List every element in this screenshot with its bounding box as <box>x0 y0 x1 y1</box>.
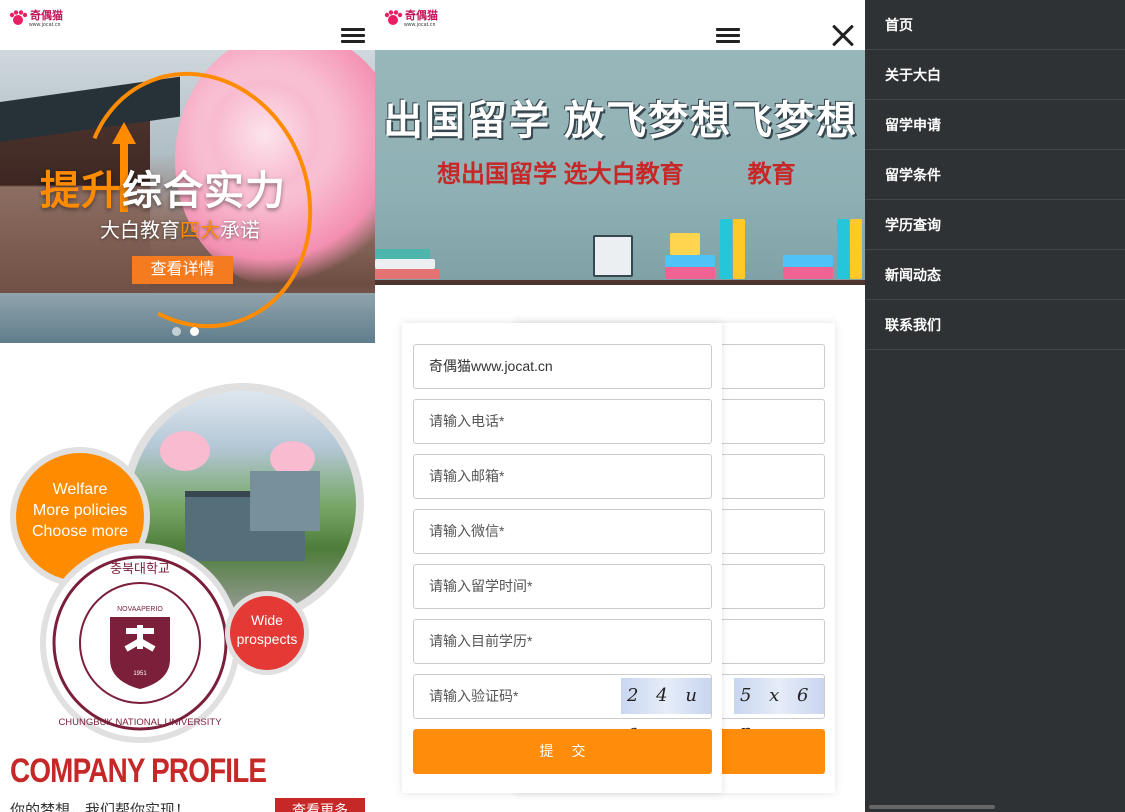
carousel-dot-2[interactable] <box>190 327 199 336</box>
logo-paw-icon <box>384 10 402 25</box>
welfare-line-3: Choose more <box>31 523 129 540</box>
captcha-field[interactable]: 请输入验证码* 2 4 u a <box>413 674 712 742</box>
home-header: 奇偶猫 www.jocat.cn <box>0 0 375 50</box>
wechat-field[interactable]: 请输入微信* <box>413 509 712 554</box>
seal-korean-text: 충북대학교 <box>110 562 170 577</box>
logo-url: www.jocat.cn <box>404 22 436 28</box>
banner-subline: 想出国留学 选大白教育 教育 <box>437 154 796 189</box>
submit-button[interactable]: 提交 <box>413 729 712 774</box>
wide-line-2: prospects <box>236 631 298 647</box>
university-seal-icon: NOVAAPERIO 1951 충북대학교 CHUNGBUK NATIONAL … <box>52 555 228 731</box>
nav-item-about[interactable]: 关于大白 <box>865 50 1125 100</box>
phone-field[interactable]: 请输入电话* <box>413 399 712 444</box>
carousel-dot-1[interactable] <box>172 327 181 336</box>
seal-top-text: NOVAAPERIO <box>117 606 163 613</box>
hero-subtitle-highlight: 四大 <box>180 220 220 242</box>
ghost-captcha-image: 5 x 6 p <box>734 678 824 742</box>
site-logo-2[interactable]: 奇偶猫 www.jocat.cn <box>384 7 446 33</box>
hero-title-main: 综合实力 <box>122 169 286 213</box>
nav-drawer: 首页 关于大白 留学申请 留学条件 学历查询 新闻动态 联系我们 <box>865 0 1125 812</box>
email-field[interactable]: 请输入邮箱* <box>413 454 712 499</box>
hero-details-button[interactable]: 查看详情 <box>132 256 233 284</box>
company-profile-title: COMPANY PROFILE <box>10 752 267 790</box>
university-logo-circle: NOVAAPERIO 1951 충북대학교 CHUNGBUK NATIONAL … <box>40 543 240 743</box>
hero-subtitle-prefix: 大白教育 <box>100 220 180 242</box>
hero-title: 提升综合实力 <box>40 158 286 216</box>
menu-icon[interactable] <box>341 28 365 44</box>
captcha-image[interactable]: 2 4 u a <box>621 678 711 742</box>
app-root: 奇偶猫 www.jocat.cn 提升综合实力 大白教育四大承诺 查看详情 We… <box>0 0 1125 812</box>
tree-shape <box>160 431 210 471</box>
hero-title-highlight: 提升 <box>40 169 122 213</box>
name-field[interactable]: 奇偶猫www.jocat.cn <box>413 344 712 389</box>
nav-item-news[interactable]: 新闻动态 <box>865 250 1125 300</box>
seal-ring-text: CHUNGBUK NATIONAL UNIVERSITY <box>58 717 222 728</box>
site-logo[interactable]: 奇偶猫 www.jocat.cn <box>9 7 71 33</box>
banner-headline: 出国留学 放飞梦想飞梦想 <box>383 99 859 143</box>
captcha-placeholder: 请输入验证码* <box>429 688 519 704</box>
view-more-button[interactable]: 查看更多 <box>275 798 365 812</box>
logo-text: 奇偶猫 <box>405 10 438 22</box>
banner-subline-ghost: 教育 <box>747 161 796 188</box>
nav-item-apply[interactable]: 留学申请 <box>865 100 1125 150</box>
campus-building-2 <box>250 471 320 531</box>
form-header: 奇偶猫 www.jocat.cn <box>375 0 865 50</box>
hero-subtitle: 大白教育四大承诺 <box>100 214 260 243</box>
company-profile-desc: 你的梦想，我们帮你实现！ <box>10 802 191 812</box>
nav-item-home[interactable]: 首页 <box>865 0 1125 50</box>
menu-icon[interactable] <box>716 28 740 44</box>
logo-url: www.jocat.cn <box>29 22 61 28</box>
nav-item-contact[interactable]: 联系我们 <box>865 300 1125 350</box>
hero-banner[interactable]: 提升综合实力 大白教育四大承诺 查看详情 <box>0 50 375 343</box>
carousel-dots <box>172 327 202 337</box>
logo-paw-icon <box>9 10 27 25</box>
drawer-scrollbar[interactable] <box>869 805 995 809</box>
welfare-line-2: More policies <box>32 502 128 519</box>
home-page: 奇偶猫 www.jocat.cn 提升综合实力 大白教育四大承诺 查看详情 We… <box>0 0 375 812</box>
logo-text: 奇偶猫 <box>30 10 63 22</box>
nav-item-conditions[interactable]: 留学条件 <box>865 150 1125 200</box>
form-page: 奇偶猫 www.jocat.cn 出国留学 放飞梦想飞梦想 想出国留学 选大白教… <box>375 0 865 812</box>
wide-line-1: Wide <box>251 612 283 628</box>
nav-item-degree-query[interactable]: 学历查询 <box>865 200 1125 250</box>
inquiry-form: 奇偶猫www.jocat.cn 请输入电话* 请输入邮箱* 请输入微信* 请输入… <box>402 323 722 793</box>
feature-circles: Welfare More policies Choose more NOVAAP… <box>0 343 375 743</box>
banner-books-illustration <box>375 219 865 279</box>
banner-subline-main: 想出国留学 选大白教育 <box>437 161 684 188</box>
wide-prospects-circle: Wide prospects <box>225 591 309 675</box>
seal-year: 1951 <box>133 671 147 677</box>
hero-subtitle-suffix: 承诺 <box>220 220 260 242</box>
close-icon[interactable] <box>831 24 855 48</box>
study-time-field[interactable]: 请输入留学时间* <box>413 564 712 609</box>
welfare-line-1: Welfare <box>52 481 108 498</box>
education-field[interactable]: 请输入目前学历* <box>413 619 712 664</box>
study-abroad-banner[interactable]: 出国留学 放飞梦想飞梦想 想出国留学 选大白教育 教育 <box>375 50 865 285</box>
